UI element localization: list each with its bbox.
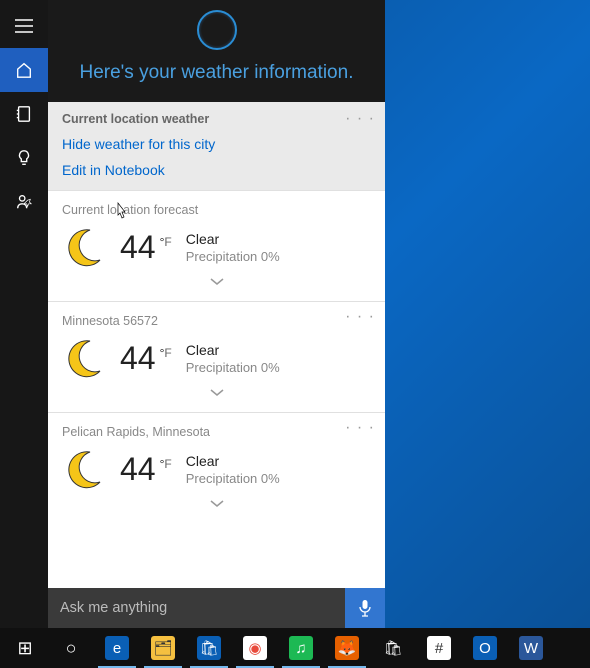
forecast-card: · · · Minnesota 56572 44 °F Clear Precip… (48, 301, 385, 412)
cortana-panel: Here's your weather information. Current… (0, 0, 385, 628)
chrome-icon: ◉ (243, 636, 267, 660)
precipitation-text: Precipitation 0% (186, 360, 280, 375)
header-message: Here's your weather information. (48, 62, 385, 84)
spotify-icon: ♫ (289, 636, 313, 660)
temp-value: 44 (120, 229, 156, 266)
moon-icon (62, 336, 106, 380)
card-body: 44 °F Clear Precipitation 0% (62, 336, 371, 380)
taskbar-spotify[interactable]: ♫ (278, 628, 324, 668)
start-icon: ⊞ (13, 636, 37, 660)
cortana-icon: ○ (59, 636, 83, 660)
expand-chevron[interactable] (62, 380, 371, 408)
cortana-search-bar (48, 588, 385, 628)
edge-icon: e (105, 636, 129, 660)
temperature: 44 °F (120, 451, 172, 488)
temp-unit: °F (160, 346, 172, 360)
slack-icon: # (427, 636, 451, 660)
temperature: 44 °F (120, 229, 172, 266)
notebook-button[interactable] (0, 92, 48, 136)
card-more-button[interactable]: · · · (345, 308, 375, 326)
file-explorer-icon: 🗂 (151, 636, 175, 660)
tips-button[interactable] (0, 136, 48, 180)
microphone-button[interactable] (345, 588, 385, 628)
section-more-button[interactable]: · · · (345, 110, 375, 128)
condition-text: Clear (186, 342, 280, 358)
microphone-icon (358, 599, 372, 617)
taskbar-file-explorer[interactable]: 🗂 (140, 628, 186, 668)
taskbar: ⊞ ○ e 🗂 🛍 ◉ ♫ 🦊 🛍 # OW (0, 628, 590, 668)
edit-notebook-link[interactable]: Edit in Notebook (62, 162, 371, 178)
menu-button[interactable] (0, 4, 48, 48)
taskbar-store[interactable]: 🛍 (186, 628, 232, 668)
expand-chevron[interactable] (62, 269, 371, 297)
forecast-card: · · · Pelican Rapids, Minnesota 44 °F Cl… (48, 412, 385, 523)
moon-icon (62, 225, 106, 269)
store-icon: 🛍 (197, 636, 221, 660)
weather-content: Current location weather · · · Hide weat… (48, 102, 385, 628)
card-title: Pelican Rapids, Minnesota (62, 425, 371, 439)
conditions: Clear Precipitation 0% (186, 453, 280, 486)
card-title: Current location forecast (62, 203, 371, 217)
search-input[interactable] (48, 600, 345, 616)
card-body: 44 °F Clear Precipitation 0% (62, 447, 371, 491)
precipitation-text: Precipitation 0% (186, 471, 280, 486)
shopping-bag-icon: 🛍 (381, 636, 405, 660)
temp-value: 44 (120, 340, 156, 377)
home-button[interactable] (0, 48, 48, 92)
temp-unit: °F (160, 235, 172, 249)
hide-weather-link[interactable]: Hide weather for this city (62, 136, 371, 152)
card-body: 44 °F Clear Precipitation 0% (62, 225, 371, 269)
condition-text: Clear (186, 453, 280, 469)
firefox-icon: 🦊 (335, 636, 359, 660)
taskbar-cortana[interactable]: ○ (48, 628, 94, 668)
weather-section-header: Current location weather · · · Hide weat… (48, 102, 385, 190)
condition-text: Clear (186, 231, 280, 247)
feedback-button[interactable] (0, 180, 48, 224)
taskbar-word[interactable]: W (508, 628, 554, 668)
conditions: Clear Precipitation 0% (186, 231, 280, 264)
taskbar-shopping-bag[interactable]: 🛍 (370, 628, 416, 668)
cortana-main: Here's your weather information. Current… (48, 0, 385, 628)
forecast-card: Current location forecast 44 °F Clear Pr… (48, 190, 385, 301)
cortana-header: Here's your weather information. (48, 0, 385, 102)
cortana-sidebar (0, 0, 48, 628)
precipitation-text: Precipitation 0% (186, 249, 280, 264)
taskbar-slack[interactable]: # (416, 628, 462, 668)
taskbar-firefox[interactable]: 🦊 (324, 628, 370, 668)
temp-unit: °F (160, 457, 172, 471)
card-more-button[interactable]: · · · (345, 419, 375, 437)
word-icon: W (519, 636, 543, 660)
cortana-ring-icon (197, 10, 237, 50)
temp-value: 44 (120, 451, 156, 488)
taskbar-chrome[interactable]: ◉ (232, 628, 278, 668)
taskbar-edge[interactable]: e (94, 628, 140, 668)
section-title: Current location weather (62, 112, 371, 126)
taskbar-outlook[interactable]: O (462, 628, 508, 668)
card-title: Minnesota 56572 (62, 314, 371, 328)
outlook-icon: O (473, 636, 497, 660)
taskbar-start[interactable]: ⊞ (2, 628, 48, 668)
expand-chevron[interactable] (62, 491, 371, 519)
temperature: 44 °F (120, 340, 172, 377)
moon-icon (62, 447, 106, 491)
conditions: Clear Precipitation 0% (186, 342, 280, 375)
